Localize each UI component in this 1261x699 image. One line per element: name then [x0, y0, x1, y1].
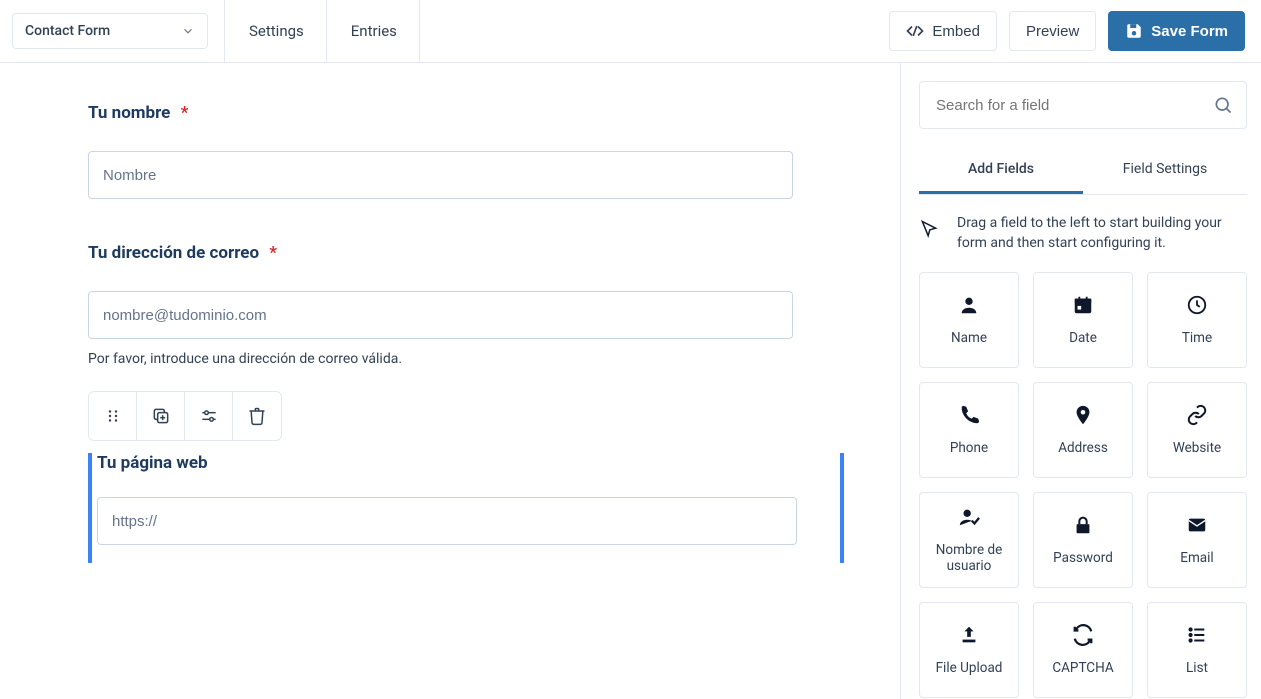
- refresh-icon: [1072, 624, 1094, 646]
- duplicate-button[interactable]: [137, 392, 185, 440]
- field-label: Tu página web: [97, 453, 835, 473]
- field-card-mail[interactable]: Email: [1147, 492, 1247, 588]
- name-input[interactable]: [88, 151, 793, 199]
- calendar-icon: [1072, 294, 1094, 316]
- drag-hint-text: Drag a field to the left to start buildi…: [957, 213, 1247, 254]
- drag-hint: Drag a field to the left to start buildi…: [919, 213, 1247, 254]
- sidebar-tabs: Add Fields Field Settings: [919, 147, 1247, 195]
- field-card-label: Password: [1053, 550, 1113, 566]
- upload-icon: [958, 624, 980, 646]
- form-field-name[interactable]: Tu nombre *: [88, 103, 844, 199]
- field-card-phone[interactable]: Phone: [919, 382, 1019, 478]
- embed-button-label: Embed: [932, 23, 980, 40]
- email-input[interactable]: [88, 291, 793, 339]
- field-card-label: CAPTCHA: [1052, 660, 1113, 676]
- tab-field-settings[interactable]: Field Settings: [1083, 147, 1247, 194]
- field-card-usercheck[interactable]: Nombre de usuario: [919, 492, 1019, 588]
- field-card-label: Address: [1058, 440, 1108, 456]
- form-select-wrap: Contact Form: [0, 0, 225, 63]
- nav-entries[interactable]: Entries: [327, 0, 420, 63]
- main: Tu nombre * Tu dirección de correo * Por…: [0, 63, 1261, 699]
- field-card-label: Name: [951, 330, 987, 346]
- phone-icon: [958, 404, 980, 426]
- field-card-refresh[interactable]: CAPTCHA: [1033, 602, 1133, 698]
- mail-icon: [1186, 514, 1208, 536]
- lock-icon: [1072, 514, 1094, 536]
- preview-button-label: Preview: [1026, 23, 1079, 40]
- field-grid: Name Date Time Phone Address Website Nombre de…: [919, 272, 1247, 698]
- form-field-website[interactable]: Tu página web: [88, 453, 844, 563]
- field-card-label: Time: [1182, 330, 1212, 346]
- person-icon: [958, 294, 980, 316]
- website-input[interactable]: [97, 497, 797, 545]
- pin-icon: [1072, 404, 1094, 426]
- field-card-label: Email: [1180, 550, 1213, 566]
- form-selector[interactable]: Contact Form: [12, 13, 208, 49]
- preview-button[interactable]: Preview: [1009, 11, 1096, 51]
- chevron-down-icon: [181, 24, 195, 38]
- drag-handle[interactable]: [89, 392, 137, 440]
- field-card-label: File Upload: [936, 660, 1003, 676]
- cursor-icon: [919, 213, 943, 254]
- required-asterisk: *: [269, 243, 277, 263]
- settings-button[interactable]: [185, 392, 233, 440]
- field-card-label: Phone: [950, 440, 988, 456]
- top-bar: Contact Form Settings Entries Embed Prev…: [0, 0, 1261, 63]
- delete-button[interactable]: [233, 392, 281, 440]
- field-card-lock[interactable]: Password: [1033, 492, 1133, 588]
- field-card-calendar[interactable]: Date: [1033, 272, 1133, 368]
- list-icon: [1186, 624, 1208, 646]
- form-canvas: Tu nombre * Tu dirección de correo * Por…: [0, 63, 901, 699]
- field-card-label: Nombre de usuario: [920, 542, 1018, 574]
- field-helper: Por favor, introduce una dirección de co…: [88, 351, 844, 367]
- field-search-input[interactable]: [919, 81, 1247, 129]
- form-selector-label: Contact Form: [25, 23, 110, 39]
- field-card-list[interactable]: List: [1147, 602, 1247, 698]
- field-card-upload[interactable]: File Upload: [919, 602, 1019, 698]
- field-card-label: Date: [1069, 330, 1097, 346]
- field-card-link[interactable]: Website: [1147, 382, 1247, 478]
- tab-add-fields[interactable]: Add Fields: [919, 147, 1083, 194]
- field-label-text: Tu dirección de correo: [88, 243, 259, 263]
- sidebar: Add Fields Field Settings Drag a field t…: [901, 63, 1261, 699]
- field-card-label: Website: [1173, 440, 1221, 456]
- save-icon: [1125, 22, 1143, 40]
- clock-icon: [1186, 294, 1208, 316]
- link-icon: [1186, 404, 1208, 426]
- field-card-clock[interactable]: Time: [1147, 272, 1247, 368]
- search-icon: [1213, 95, 1233, 115]
- field-label-text: Tu nombre: [88, 103, 170, 123]
- required-asterisk: *: [181, 103, 189, 123]
- field-label: Tu nombre *: [88, 103, 844, 123]
- usercheck-icon: [958, 506, 980, 528]
- field-search-wrap: [919, 81, 1247, 129]
- embed-button[interactable]: Embed: [889, 11, 997, 51]
- code-icon: [906, 22, 924, 40]
- field-card-pin[interactable]: Address: [1033, 382, 1133, 478]
- field-card-person[interactable]: Name: [919, 272, 1019, 368]
- form-field-email[interactable]: Tu dirección de correo * Por favor, intr…: [88, 243, 844, 367]
- field-toolbar: [88, 391, 282, 441]
- nav-settings[interactable]: Settings: [225, 0, 327, 63]
- form-field-website-wrapper: Tu página web: [88, 391, 844, 563]
- field-label: Tu dirección de correo *: [88, 243, 844, 263]
- save-button-label: Save Form: [1151, 23, 1228, 40]
- field-label-text: Tu página web: [97, 453, 208, 473]
- field-card-label: List: [1186, 660, 1208, 676]
- save-button[interactable]: Save Form: [1108, 11, 1245, 51]
